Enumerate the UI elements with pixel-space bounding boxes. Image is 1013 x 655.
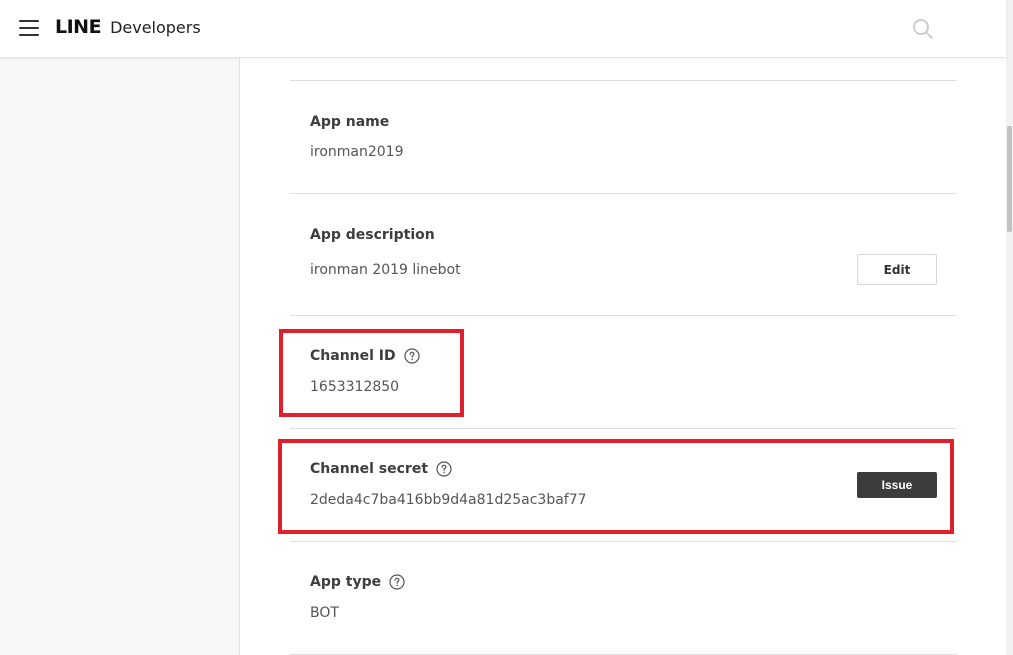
section-divider	[290, 541, 957, 542]
channel-secret-highlight-box	[278, 439, 954, 534]
app-type-value: BOT	[310, 605, 339, 621]
section-divider	[290, 315, 957, 316]
app-name-value: ironman2019	[310, 144, 404, 160]
top-header: LINE Developers	[0, 0, 1006, 58]
section-divider	[290, 193, 957, 194]
section-divider	[290, 428, 957, 429]
brand-line-text: LINE	[55, 16, 102, 38]
edit-description-button[interactable]: Edit	[857, 254, 937, 285]
hamburger-menu-icon[interactable]	[19, 20, 39, 37]
app-name-label-text: App name	[310, 114, 390, 130]
channel-id-highlight-box	[279, 329, 464, 417]
app-description-value: ironman 2019 linebot	[310, 262, 461, 278]
app-name-label: App name	[310, 114, 389, 130]
section-divider	[290, 80, 957, 81]
app-type-label: App type	[310, 574, 405, 590]
search-icon[interactable]	[911, 17, 935, 41]
scrollbar-thumb[interactable]	[1007, 126, 1012, 232]
brand-developers-text: Developers	[110, 18, 201, 37]
page-scrollbar[interactable]	[1006, 0, 1013, 655]
app-type-label-text: App type	[310, 574, 382, 590]
app-description-label: App description	[310, 227, 435, 243]
app-description-label-text: App description	[310, 227, 435, 243]
sidebar	[0, 58, 240, 655]
brand-logo[interactable]: LINE Developers	[55, 16, 201, 42]
help-icon[interactable]	[389, 574, 405, 590]
